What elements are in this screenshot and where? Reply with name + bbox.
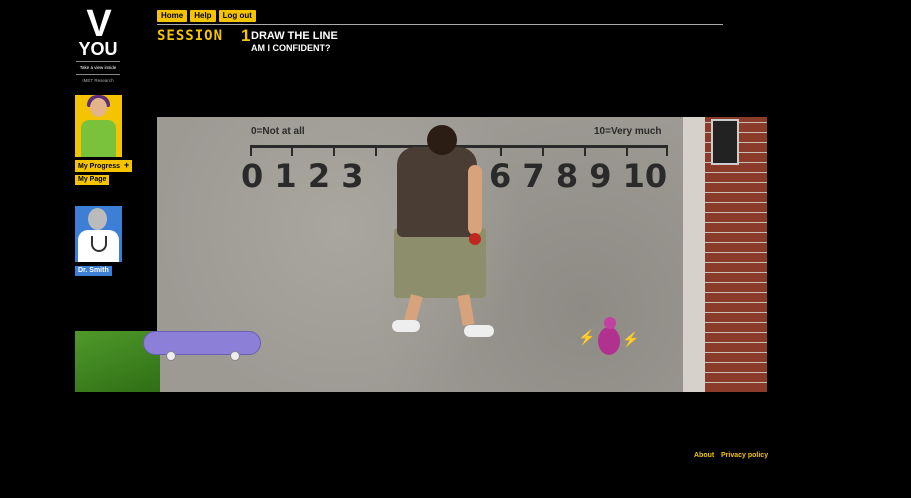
help-button[interactable]: Help: [190, 10, 216, 22]
scale-low-label: 0=Not at all: [251, 126, 305, 137]
spark-icon: ⚡: [622, 331, 640, 347]
header-divider: [157, 24, 723, 25]
session-number: 1: [241, 26, 251, 45]
spark-icon: ⚡: [578, 329, 596, 345]
plus-icon: +: [123, 160, 130, 170]
logo-divider-2: [76, 74, 120, 75]
brick-building: [683, 117, 767, 392]
doctor-avatar[interactable]: [75, 206, 122, 262]
user-avatar[interactable]: [75, 95, 122, 157]
stethoscope-icon: [91, 236, 107, 252]
session-label: SESSION: [157, 28, 224, 44]
figure-shoe: [392, 320, 420, 332]
pigeon-head: [604, 317, 616, 329]
home-button[interactable]: Home: [157, 10, 188, 22]
ruler-tick: [333, 148, 335, 156]
logout-button[interactable]: Log out: [218, 10, 256, 22]
ruler-tick: [542, 148, 544, 156]
logo-mark: V: [86, 3, 111, 45]
privacy-policy-link[interactable]: Privacy policy: [721, 452, 768, 459]
ruler-tick: [584, 148, 586, 156]
my-progress-label: My Progress: [78, 163, 121, 170]
logo-org: IMET Research: [82, 78, 114, 83]
avatar-head: [90, 98, 107, 117]
skateboard-icon[interactable]: [143, 331, 261, 361]
building-window: [711, 119, 739, 165]
doctor-name-button[interactable]: Dr. Smith: [75, 266, 112, 276]
scale-numbers-right: 6 7 8 9 10: [489, 157, 668, 195]
pigeon-icon[interactable]: ⚡ ⚡: [578, 317, 639, 359]
figure-leg: [457, 294, 475, 326]
wheel-icon: [166, 351, 176, 361]
about-link[interactable]: About: [694, 452, 714, 459]
ball-icon: [469, 233, 481, 245]
logo-tagline: Take a view inside: [79, 65, 117, 70]
wheel-icon: [230, 351, 240, 361]
figure-head: [427, 125, 457, 155]
scale-high-label: 10=Very much: [594, 126, 662, 137]
figure-torso: [397, 147, 477, 237]
my-progress-button[interactable]: My Progress +: [75, 160, 133, 172]
top-nav: Home Help Log out: [157, 10, 256, 22]
ruler-tick: [626, 148, 628, 156]
figure-arm: [468, 165, 482, 235]
pigeon-body: [598, 327, 620, 355]
scale-numbers-left: 0 1 2 3: [241, 157, 364, 195]
page-subtitle: AM I CONFIDENT?: [251, 43, 331, 53]
ruler-tick: [666, 148, 668, 156]
ruler-tick: [250, 148, 252, 156]
building-stone-corner: [683, 117, 705, 392]
figure-shoe: [464, 325, 494, 337]
avatar-shirt: [81, 120, 116, 157]
page-title: DRAW THE LINE: [251, 30, 338, 42]
ruler-tick: [291, 148, 293, 156]
doctor-head: [88, 208, 107, 230]
teen-figure[interactable]: [372, 125, 497, 340]
app-logo[interactable]: V YOU Take a view inside IMET Research: [74, 3, 122, 84]
logo-divider: [76, 61, 120, 62]
logo-word: YOU: [78, 39, 118, 59]
my-page-button[interactable]: My Page: [75, 175, 110, 185]
ruler-tick: [500, 148, 502, 156]
